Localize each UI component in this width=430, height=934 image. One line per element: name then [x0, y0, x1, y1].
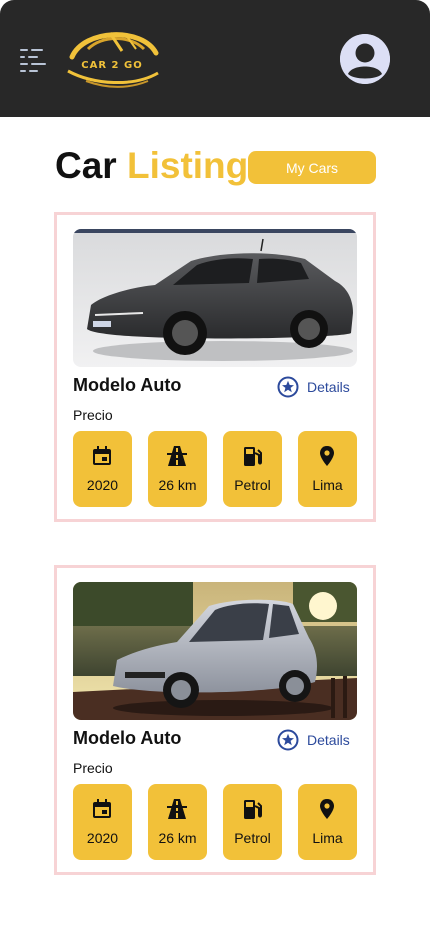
car-card: Modelo Auto Details Precio 2020 26 km Pe… — [54, 212, 376, 522]
car-photo-sedan[interactable] — [73, 229, 357, 367]
star-circle-icon — [277, 729, 299, 751]
fuel-icon — [244, 447, 262, 466]
spec-year: 2020 — [73, 431, 132, 507]
spec-mileage: 26 km — [148, 784, 207, 860]
spec-value: 2020 — [86, 477, 119, 493]
spec-mileage: 26 km — [148, 431, 207, 507]
spec-value: Petrol — [234, 477, 271, 493]
car-photo-hatchback[interactable] — [73, 582, 357, 720]
spec-fuel: Petrol — [223, 784, 282, 860]
menu-icon[interactable] — [20, 47, 46, 73]
details-label: Details — [307, 379, 350, 395]
spec-fuel: Petrol — [223, 431, 282, 507]
spec-value: Lima — [312, 477, 343, 493]
details-link[interactable]: Details — [277, 376, 350, 398]
page-title: Car Listing — [55, 143, 248, 189]
spec-value: 2020 — [86, 830, 119, 846]
details-label: Details — [307, 732, 350, 748]
price-label: Precio — [73, 407, 113, 423]
price-label: Precio — [73, 760, 113, 776]
car2go-logo[interactable]: CAR 2 GO — [64, 27, 160, 91]
star-circle-icon — [277, 376, 299, 398]
top-bar: CAR 2 GO — [0, 0, 430, 117]
calendar-icon — [93, 446, 111, 465]
car-name: Modelo Auto — [73, 375, 182, 395]
spec-value: 26 km — [158, 830, 197, 846]
title-listing: Listing — [126, 145, 249, 186]
user-avatar-icon[interactable] — [340, 34, 390, 84]
spec-value: 26 km — [158, 477, 197, 493]
fuel-icon — [244, 800, 262, 819]
spec-value: Lima — [312, 830, 343, 846]
road-icon — [167, 446, 187, 466]
car-card: Modelo Auto Details Precio 2020 26 km Pe… — [54, 565, 376, 875]
car-name: Modelo Auto — [73, 728, 182, 748]
spec-location: Lima — [298, 784, 357, 860]
logo-text: CAR 2 GO — [81, 60, 143, 71]
spec-year: 2020 — [73, 784, 132, 860]
title-car: Car — [55, 145, 117, 186]
location-pin-icon — [320, 799, 334, 819]
spec-value: Petrol — [234, 830, 271, 846]
location-pin-icon — [320, 446, 334, 466]
spec-location: Lima — [298, 431, 357, 507]
road-icon — [167, 799, 187, 819]
calendar-icon — [93, 799, 111, 818]
my-cars-button[interactable]: My Cars — [248, 151, 376, 184]
details-link[interactable]: Details — [277, 729, 350, 751]
